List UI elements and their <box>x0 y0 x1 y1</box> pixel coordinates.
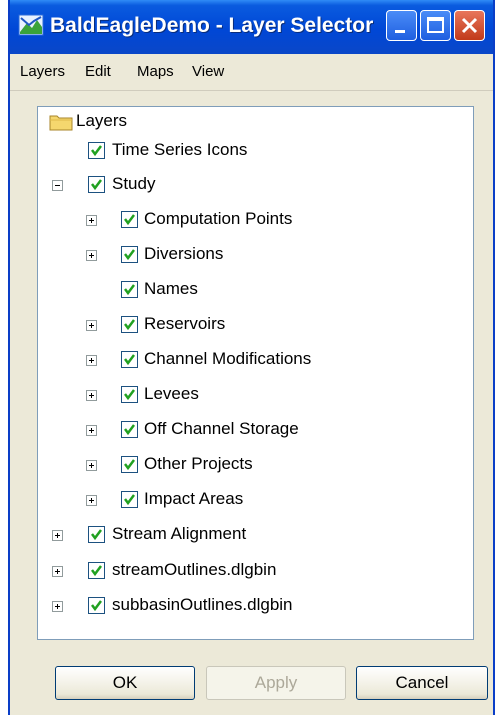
layer-tree[interactable]: Layers Time Series Icons Study Computati… <box>37 106 474 640</box>
layer-label-stream-outlines[interactable]: streamOutlines.dlgbin <box>112 560 276 580</box>
layer-label-other-projects[interactable]: Other Projects <box>144 454 253 474</box>
check-icon <box>91 529 102 541</box>
checkbox-study[interactable] <box>88 176 105 193</box>
checkbox-computation-points[interactable] <box>121 211 138 228</box>
checkbox-time-series-icons[interactable] <box>88 142 105 159</box>
maximize-button[interactable] <box>420 10 451 41</box>
collapse-study-icon[interactable] <box>52 180 63 191</box>
layer-label-off-channel-storage[interactable]: Off Channel Storage <box>144 419 299 439</box>
check-icon <box>124 459 135 471</box>
close-button[interactable] <box>454 10 485 41</box>
checkbox-diversions[interactable] <box>121 246 138 263</box>
expand-stream-alignment-icon[interactable] <box>52 530 63 541</box>
layer-label-impact-areas[interactable]: Impact Areas <box>144 489 243 509</box>
ok-button[interactable]: OK <box>55 666 195 700</box>
close-icon <box>461 17 478 34</box>
expand-other-projects-icon[interactable] <box>86 460 97 471</box>
window-title: BaldEagleDemo - Layer Selector <box>50 14 374 37</box>
checkbox-names[interactable] <box>121 281 138 298</box>
expand-reservoirs-icon[interactable] <box>86 320 97 331</box>
checkbox-other-projects[interactable] <box>121 456 138 473</box>
layer-label-time-series-icons[interactable]: Time Series Icons <box>112 140 247 160</box>
expand-computation-points-icon[interactable] <box>86 215 97 226</box>
menu-view[interactable]: View <box>192 63 224 80</box>
checkbox-stream-outlines[interactable] <box>88 562 105 579</box>
layer-label-names[interactable]: Names <box>144 279 198 299</box>
tree-root-label[interactable]: Layers <box>76 111 127 131</box>
checkbox-off-channel-storage[interactable] <box>121 421 138 438</box>
layer-label-study[interactable]: Study <box>112 174 155 194</box>
checkbox-subbasin-outlines[interactable] <box>88 597 105 614</box>
check-icon <box>124 424 135 436</box>
check-icon <box>124 354 135 366</box>
check-icon <box>91 179 102 191</box>
layer-selector-window: BaldEagleDemo - Layer Selector Layers Ed… <box>8 0 495 715</box>
check-icon <box>91 600 102 612</box>
maximize-icon <box>427 17 444 33</box>
check-icon <box>91 565 102 577</box>
check-icon <box>124 319 135 331</box>
folder-icon <box>49 115 73 131</box>
layer-label-stream-alignment[interactable]: Stream Alignment <box>112 524 246 544</box>
checkbox-levees[interactable] <box>121 386 138 403</box>
app-icon <box>18 14 44 36</box>
checkbox-impact-areas[interactable] <box>121 491 138 508</box>
check-icon <box>124 389 135 401</box>
apply-button[interactable]: Apply <box>206 666 346 700</box>
expand-stream-outlines-icon[interactable] <box>52 566 63 577</box>
expand-subbasin-outlines-icon[interactable] <box>52 601 63 612</box>
menu-layers[interactable]: Layers <box>20 63 65 80</box>
checkbox-stream-alignment[interactable] <box>88 526 105 543</box>
cancel-button[interactable]: Cancel <box>356 666 488 700</box>
layer-label-channel-modifications[interactable]: Channel Modifications <box>144 349 311 369</box>
check-icon <box>124 494 135 506</box>
expand-diversions-icon[interactable] <box>86 250 97 261</box>
check-icon <box>91 145 102 157</box>
checkbox-reservoirs[interactable] <box>121 316 138 333</box>
minimize-button[interactable] <box>386 10 417 41</box>
layer-label-levees[interactable]: Levees <box>144 384 199 404</box>
layer-label-computation-points[interactable]: Computation Points <box>144 209 292 229</box>
menu-maps[interactable]: Maps <box>137 63 174 80</box>
check-icon <box>124 249 135 261</box>
layer-label-subbasin-outlines[interactable]: subbasinOutlines.dlgbin <box>112 595 293 615</box>
minimize-icon <box>395 30 405 33</box>
layer-label-diversions[interactable]: Diversions <box>144 244 223 264</box>
expand-levees-icon[interactable] <box>86 390 97 401</box>
layer-label-reservoirs[interactable]: Reservoirs <box>144 314 225 334</box>
check-icon <box>124 284 135 296</box>
title-bar[interactable]: BaldEagleDemo - Layer Selector <box>10 0 493 54</box>
menu-edit[interactable]: Edit <box>85 63 111 80</box>
expand-channel-modifications-icon[interactable] <box>86 355 97 366</box>
check-icon <box>124 214 135 226</box>
checkbox-channel-modifications[interactable] <box>121 351 138 368</box>
menu-bar: Layers Edit Maps View <box>10 54 493 91</box>
expand-impact-areas-icon[interactable] <box>86 495 97 506</box>
expand-off-channel-storage-icon[interactable] <box>86 425 97 436</box>
